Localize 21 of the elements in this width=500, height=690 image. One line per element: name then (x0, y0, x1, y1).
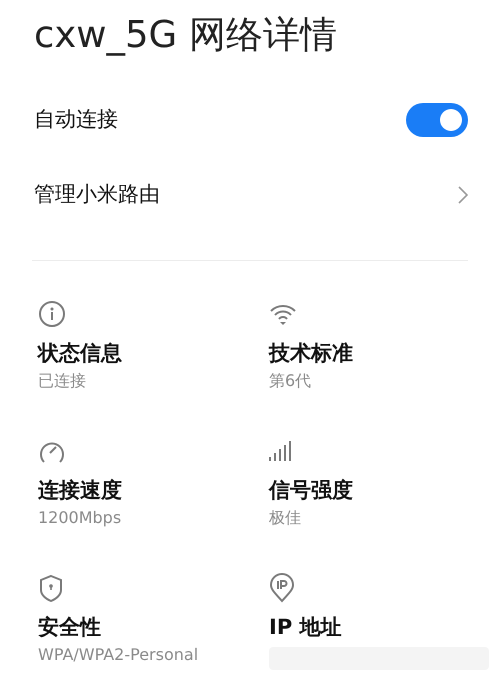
signal-icon (269, 441, 293, 461)
detail-title: 连接速度 (38, 477, 123, 504)
shield-icon (38, 574, 64, 602)
setting-label: 自动连接 (34, 106, 118, 133)
toggle-switch[interactable] (406, 102, 468, 136)
detail-value: 已连接 (38, 370, 87, 392)
detail-title: IP 地址 (269, 614, 343, 641)
location-pin-icon (269, 573, 295, 603)
detail-title: 安全性 (38, 614, 102, 641)
detail-value: 极佳 (269, 507, 302, 529)
detail-value: 1200Mbps (38, 507, 122, 529)
page-title: cxw_5G 网络详情 (33, 12, 338, 58)
detail-title: 信号强度 (269, 477, 354, 504)
wifi-icon (269, 303, 297, 325)
detail-value: WPA/WPA2-Personal (38, 644, 200, 666)
chevron-right-icon[interactable] (458, 186, 468, 204)
setting-label: 管理小米路由 (34, 180, 160, 208)
detail-title: 状态信息 (38, 340, 123, 367)
detail-title: 技术标准 (269, 340, 354, 367)
detail-value: 第6代 (269, 370, 312, 392)
info-icon (38, 300, 66, 328)
